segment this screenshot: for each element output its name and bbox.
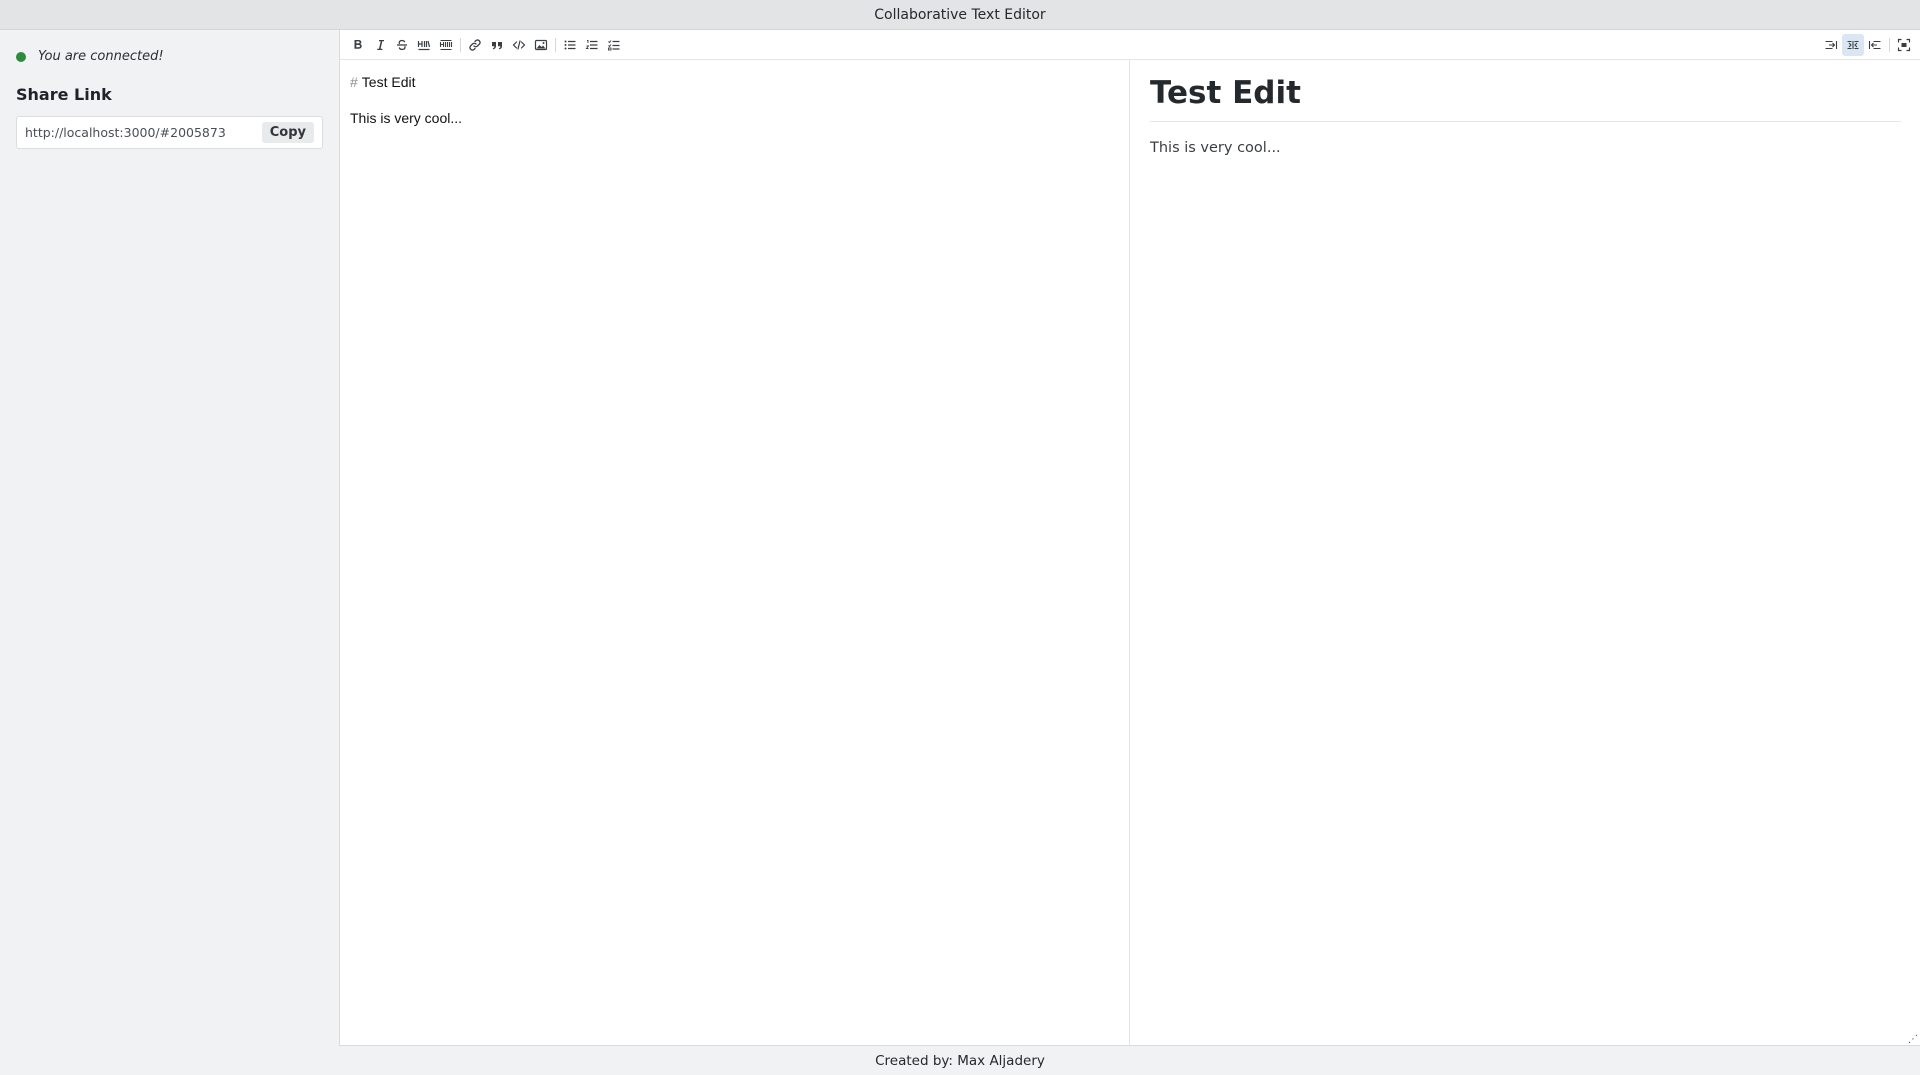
strikethrough-icon[interactable] (391, 34, 413, 56)
preview-paragraph: This is very cool... (1150, 140, 1281, 156)
heading-smaller-icon[interactable] (435, 34, 457, 56)
footer-credit: Created by: Max Aljadery (875, 1053, 1045, 1069)
preview-heading: Test Edit (1150, 73, 1901, 122)
source-line: This is very cool... (350, 109, 1119, 127)
preview-only-icon[interactable] (1864, 34, 1886, 56)
window-title-bar: Collaborative Text Editor (0, 0, 1920, 30)
link-icon[interactable] (464, 34, 486, 56)
image-icon[interactable] (530, 34, 552, 56)
bold-icon[interactable] (347, 34, 369, 56)
italic-icon[interactable] (369, 34, 391, 56)
code-icon[interactable] (508, 34, 530, 56)
copy-button[interactable]: Copy (261, 122, 314, 143)
ordered-list-icon[interactable] (581, 34, 603, 56)
source-line: # Test Edit (350, 73, 1119, 91)
editor-toolbar (340, 30, 1920, 60)
unordered-list-icon[interactable] (559, 34, 581, 56)
toolbar-separator (1889, 38, 1890, 52)
markdown-source-pane[interactable]: # Test Edit This is very cool... (340, 60, 1130, 1045)
source-line-text: Test Edit (361, 74, 416, 90)
resize-grip-icon[interactable]: ⋰ (1908, 1035, 1918, 1045)
side-by-side-icon[interactable] (1842, 34, 1864, 56)
fullscreen-icon[interactable] (1893, 34, 1915, 56)
status-text: You are connected! (38, 49, 164, 64)
toolbar-separator (555, 38, 556, 52)
heading-marker: # (350, 74, 358, 90)
sidebar: You are connected! Share Link Copy (0, 30, 339, 1046)
status-indicator-icon (16, 51, 26, 62)
heading-icon[interactable] (413, 34, 435, 56)
markdown-preview-pane: Test Edit This is very cool... (1131, 60, 1920, 1045)
share-link-input[interactable] (25, 125, 255, 140)
editor-only-icon[interactable] (1820, 34, 1842, 56)
toolbar-separator (460, 38, 461, 52)
footer: Created by: Max Aljadery (0, 1047, 1920, 1075)
connection-status: You are connected! (16, 49, 164, 64)
window-title: Collaborative Text Editor (874, 6, 1046, 23)
source-line-text: This is very cool... (350, 110, 463, 126)
share-link-heading: Share Link (16, 85, 112, 104)
task-list-icon[interactable] (603, 34, 625, 56)
share-link-box: Copy (16, 116, 323, 149)
markdown-editor: # Test Edit This is very cool... Test Edi… (339, 30, 1920, 1046)
quote-icon[interactable] (486, 34, 508, 56)
